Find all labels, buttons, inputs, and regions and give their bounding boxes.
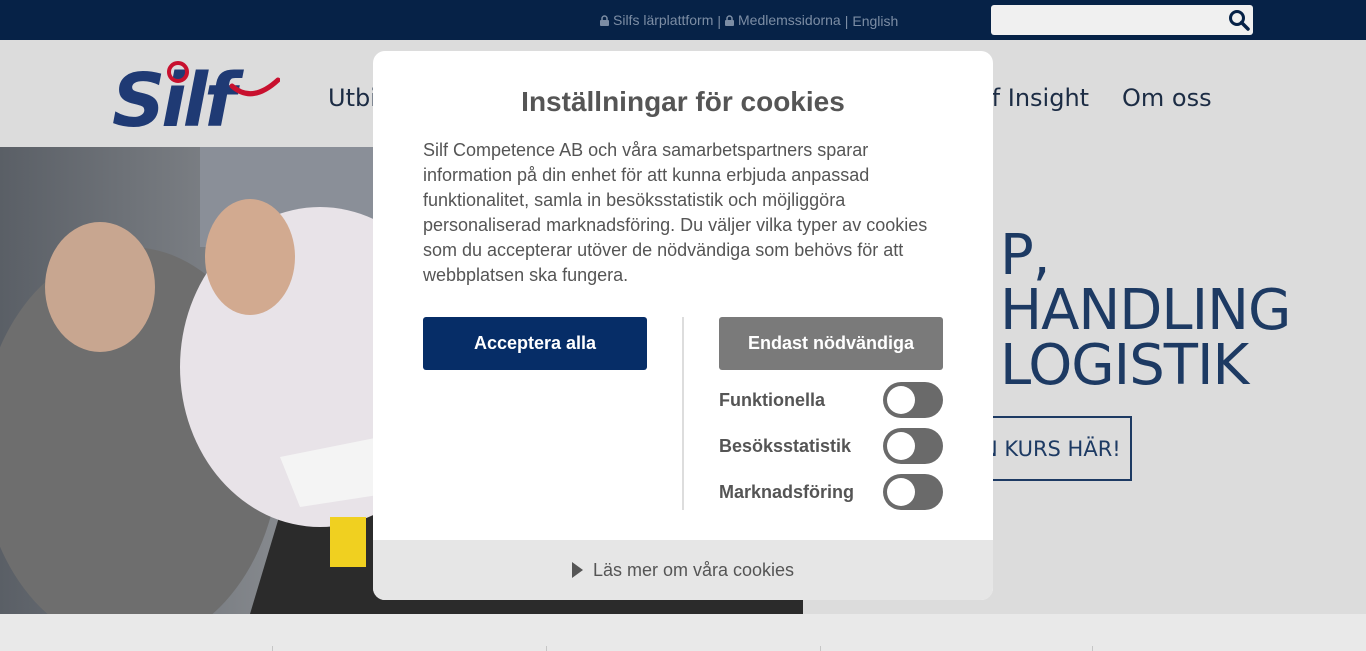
dialog-title: Inställningar för cookies (521, 86, 845, 117)
learning-platform-link[interactable]: Silfs lärplattform (600, 12, 713, 28)
nav-item-om-oss[interactable]: Om oss (1122, 84, 1212, 112)
lock-icon (725, 14, 734, 26)
option-label-marketing: Marknadsföring (719, 482, 855, 502)
utility-links: Silfs lärplattform | Medlemssidorna | Eng… (600, 12, 898, 29)
nav-item-silf-insight[interactable]: lf Insight (985, 84, 1089, 112)
lock-icon (600, 14, 609, 26)
toggle-knob (887, 432, 915, 460)
toggle-statistics[interactable] (883, 428, 943, 464)
nav-item-utbildning[interactable]: Utbi (328, 84, 377, 112)
search-input[interactable] (991, 5, 1253, 35)
hero-heading: P, HANDLING LOGISTIK (1000, 223, 1291, 398)
dialog-description: Silf Competence AB och våra samarbetspar… (423, 140, 928, 285)
option-label-statistics: Besöksstatistik (719, 436, 852, 456)
toggle-knob (887, 386, 915, 414)
divider (546, 646, 547, 651)
toggle-functional[interactable] (883, 382, 943, 418)
only-necessary-button[interactable]: Endast nödvändiga (719, 317, 943, 370)
toggle-knob (887, 478, 915, 506)
member-pages-link[interactable]: Medlemssidorna (725, 12, 841, 28)
caret-right-icon (571, 562, 583, 578)
read-more-cookies[interactable]: Läs mer om våra cookies (373, 540, 993, 600)
find-course-button[interactable]: N KURS HÄR! (982, 416, 1132, 481)
accept-all-button[interactable]: Acceptera alla (423, 317, 647, 370)
divider (272, 646, 273, 651)
search-icon[interactable] (1228, 9, 1250, 31)
divider (820, 646, 821, 651)
divider (682, 317, 684, 510)
toggle-marketing[interactable] (883, 474, 943, 510)
english-link[interactable]: English (852, 13, 898, 29)
silf-logo[interactable]: Silf (112, 56, 280, 132)
content-strip (0, 614, 1366, 651)
divider (1092, 646, 1093, 651)
option-label-functional: Funktionella (719, 390, 826, 410)
svg-text:Silf: Silf (112, 58, 244, 132)
